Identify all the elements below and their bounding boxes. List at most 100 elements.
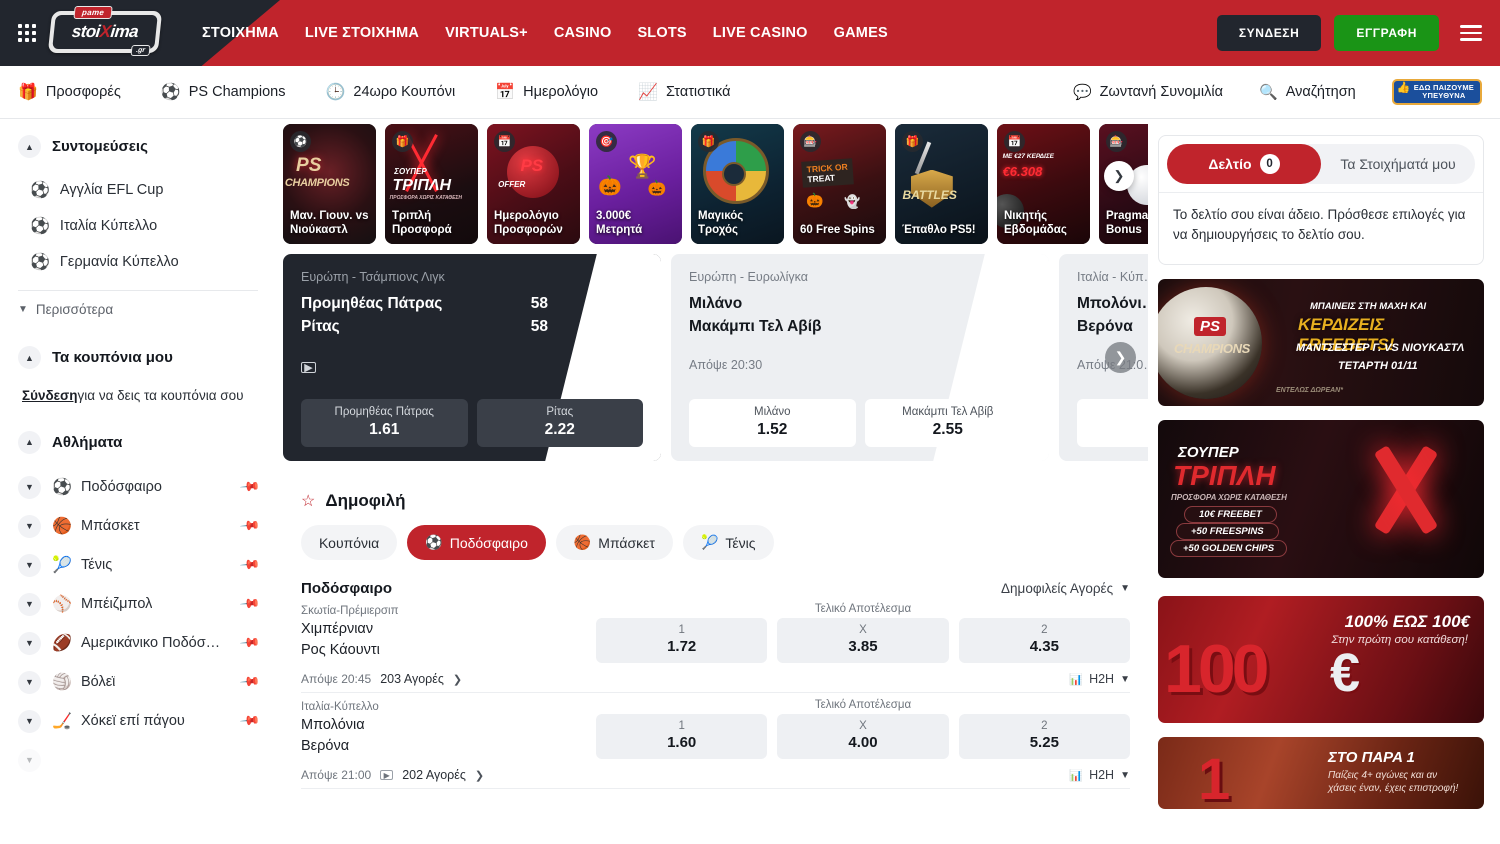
chevron-down-icon[interactable]: ▼ [18,632,41,655]
nav-item-stoixima[interactable]: ΣΤΟΙΧΗΜΑ [202,25,279,41]
tab-football[interactable]: ⚽ Ποδόσφαιρο [407,525,546,560]
sidebar-item-volleyball[interactable]: ▼ 🏐 Βόλεϊ 📌 [18,663,258,702]
sidebar-item-efl-cup[interactable]: ⚽ Αγγλία EFL Cup [18,172,258,208]
odd-button-1-1[interactable]: Μακάμπι Τελ Αβίβ 2.55 [865,399,1032,447]
login-button[interactable]: ΣΥΝΔΕΣΗ [1217,15,1322,51]
sidebar-item-germany-cup[interactable]: ⚽ Γερμανία Κύπελλο [18,244,258,280]
sidebar-section-shortcuts[interactable]: ▲ Συντομεύσεις [18,135,258,158]
chevron-down-icon[interactable]: ▼ [18,671,41,694]
tab-basketball[interactable]: 🏀 Μπάσκετ [556,525,673,560]
sidebar-item-italy-cup[interactable]: ⚽ Ιταλία Κύπελλο [18,208,258,244]
nav-item-slots[interactable]: SLOTS [637,25,686,41]
promo-card-ps-battles[interactable]: BATTLES 🎁 Έπαθλο PS5! [895,124,988,244]
row-markets-count-0[interactable]: 203 Αγορές [380,672,444,686]
chevron-down-icon[interactable]: ▼ [18,710,41,733]
sidebar-item-football[interactable]: ▼ ⚽ Ποδόσφαιρο 📌 [18,468,258,507]
row-markets-count-1[interactable]: 202 Αγορές [402,768,466,782]
row-odd-1-1[interactable]: 1 1.60 [596,714,767,759]
site-logo[interactable]: pame stoiXima .gr [50,11,160,55]
side-banner-sto-para-1[interactable]: 1 ΣΤΟ ΠΑΡΑ 1 Παίζεις 4+ αγώνες και αν χά… [1158,737,1484,809]
play-icon[interactable]: ▶ [301,362,316,373]
banner-ps-logo: PS [1194,317,1226,336]
nav-item-virtuals[interactable]: VIRTUALS+ [445,25,528,41]
promo-card-calendar[interactable]: PS OFFER 📅 Ημερολόγιο Προσφορών [487,124,580,244]
sidebar-item-next[interactable]: ▼ [18,741,258,780]
promo-next-arrow[interactable]: ❯ [1104,161,1134,191]
table-row[interactable]: Ιταλία-Κύπελλο Μπολόνια Βερόνα Τελικό Απ… [301,693,1130,789]
row-market-name-1: Τελικό Αποτέλεσμα [596,699,1130,711]
row-h2h-0[interactable]: 📊 H2H ▼ [1069,672,1130,686]
hamburger-menu-icon[interactable] [1460,25,1482,41]
chevron-down-icon[interactable]: ▼ [18,593,41,616]
pin-icon[interactable]: 📌 [239,554,262,577]
nav-item-live-casino[interactable]: LIVE CASINO [713,25,808,41]
row-odd-0-1[interactable]: 1 1.72 [596,618,767,663]
promo-card-free-spins[interactable]: TRICK OR TREAT 🎃 👻 🎰 60 Free Spins [793,124,886,244]
my-bets-tab-label: Τα Στοιχήματά μου [1340,156,1455,172]
pin-icon[interactable]: 📌 [239,671,262,694]
sidebar-section-sports[interactable]: ▲ Αθλήματα [18,431,258,454]
apps-grid-icon[interactable] [18,24,36,42]
chevron-down-icon[interactable]: ▼ [18,515,41,538]
chevron-down-icon[interactable]: ▼ [18,554,41,577]
search-button[interactable]: 🔍 Αναζήτηση [1259,83,1356,101]
promo-card-cash[interactable]: 🏆 🎃 🎃 🎯 3.000€ Μετρητά [589,124,682,244]
sidebar-more-button[interactable]: ▼ Περισσότερα [18,295,258,324]
side-banner-welcome-bonus[interactable]: 100 € 100% ΕΩΣ 100€ Στην πρώτη σου κατάθ… [1158,596,1484,723]
odd-button-0-0[interactable]: Προμηθέας Πάτρας 1.61 [301,399,468,447]
subnav-item-offers[interactable]: 🎁 Προσφορές [18,82,121,102]
responsible-gaming-badge[interactable]: 👍 ΕΔΩ ΠΑΙΖΟΥΜΕ ΥΠΕΥΘΥΝΑ [1392,79,1482,105]
odd-button-2-0[interactable]: 1 1.6 [1077,399,1148,447]
pin-icon[interactable]: 📌 [239,476,262,499]
chevron-right-icon[interactable]: ❯ [453,673,462,686]
side-banner-ps-champions[interactable]: PS CHAMPIONS ΜΠΑΙΝΕΙΣ ΣΤΗ ΜΑΧΗ ΚΑΙ ΚΕΡΔΙ… [1158,279,1484,406]
featured-match-card-1[interactable]: Ευρώπη - Ευρωλίγκα Μιλάνο Μακάμπι Τελ Αβ… [671,254,1049,461]
nav-item-games[interactable]: GAMES [834,25,888,41]
subnav-item-statistics[interactable]: 📈 Στατιστικά [638,82,730,102]
markets-selector[interactable]: Δημοφιλείς Αγορές ▼ [1001,581,1130,596]
pin-icon[interactable]: 📌 [239,593,262,616]
pin-icon[interactable]: 📌 [239,710,262,733]
tv-icon[interactable]: ▶ [380,770,393,780]
odd-value-2-0: 1.6 [1081,421,1148,439]
row-odd-0-x[interactable]: X 3.85 [777,618,948,663]
subnav-item-calendar[interactable]: 📅 Ημερολόγιο [495,82,598,102]
logo-shape: pame stoiXima .gr [48,11,162,53]
sidebar-item-baseball[interactable]: ▼ ⚾ Μπέιζμπολ 📌 [18,585,258,624]
featured-matches-next-arrow[interactable]: ❯ [1105,342,1136,373]
chevron-right-icon[interactable]: ❯ [475,769,484,782]
register-button[interactable]: ΕΓΓΡΑΦΗ [1334,15,1439,51]
promo-card-weekly-winner[interactable]: ΜΕ €27 ΚΕΡΔΙΣΕ €6.308 📅 Νικητής Εβδομάδα… [997,124,1090,244]
odd-button-1-0[interactable]: Μιλάνο 1.52 [689,399,856,447]
row-odd-1-x[interactable]: X 4.00 [777,714,948,759]
subnav-item-24h-coupon[interactable]: 🕒 24ωρο Κουπόνι [325,82,455,102]
pin-icon[interactable]: 📌 [239,632,262,655]
row-odd-1-2[interactable]: 2 5.25 [959,714,1130,759]
promo-card-ps-champions[interactable]: PS CHAMPIONS ⚽ Μαν. Γιουν. vs Νιούκαστλ [283,124,376,244]
live-chat-button[interactable]: 💬 Ζωντανή Συνομιλία [1073,83,1223,101]
sidebar-item-ice-hockey[interactable]: ▼ 🏒 Χόκεϊ επί πάγου 📌 [18,702,258,741]
sidebar-item-tennis[interactable]: ▼ 🎾 Τένις 📌 [18,546,258,585]
pin-icon[interactable]: 📌 [239,515,262,538]
tab-coupons[interactable]: Κουπόνια [301,525,397,560]
tab-betslip[interactable]: Δελτίο 0 [1167,144,1321,184]
tab-my-bets[interactable]: Τα Στοιχήματά μου [1321,144,1475,184]
chevron-down-icon[interactable]: ▼ [18,476,41,499]
side-banner-super-tripli[interactable]: ΣΟΥΠΕΡ ΤΡΙΠΛΗ ΠΡΟΣΦΟΡΑ ΧΩΡΙΣ ΚΑΤΑΘΕΣΗ 10… [1158,420,1484,578]
row-h2h-1[interactable]: 📊 H2H ▼ [1069,768,1130,782]
subnav-item-ps-champions[interactable]: ⚽ PS Champions [161,82,286,102]
sidebar-section-my-coupons[interactable]: ▲ Τα κουπόνια μου [18,346,258,369]
promo-card-magic-wheel[interactable]: 🎁 Μαγικός Τροχός [691,124,784,244]
odd-button-0-1[interactable]: Ρίτας 2.22 [477,399,644,447]
nav-item-casino[interactable]: CASINO [554,25,612,41]
tab-tennis[interactable]: 🎾 Τένις [683,525,774,560]
sidebar-item-basketball[interactable]: ▼ 🏀 Μπάσκετ 📌 [18,507,258,546]
nav-item-live-stoixima[interactable]: LIVE ΣΤΟΙΧΗΜΑ [305,25,419,41]
featured-match-card-0[interactable]: Ευρώπη - Τσάμπιονς Λιγκ Προμηθέας Πάτρας… [283,254,661,461]
promo-card-tripli[interactable]: ΣΟΥΠΕΡ ΤΡΙΠΛΗ ΠΡΟΣΦΟΡΑ ΧΩΡΙΣ ΚΑΤΑΘΕΣΗ 🎁 … [385,124,478,244]
table-row[interactable]: Σκωτία-Πρέμιερσιπ Χιμπέρνιαν Ρος Κάουντι… [301,597,1130,693]
chevron-down-icon[interactable]: ▼ [18,749,41,772]
sidebar-item-american-football[interactable]: ▼ 🏈 Αμερικάνικο Ποδόσ… 📌 [18,624,258,663]
coupons-login-link[interactable]: Σύνδεση [22,388,78,403]
row-odd-0-2[interactable]: 2 4.35 [959,618,1130,663]
